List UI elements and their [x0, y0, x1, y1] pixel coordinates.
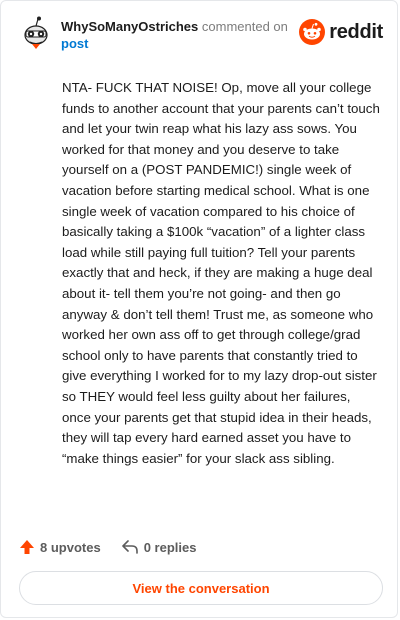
comment-meta: WhySoManyOstriches commented on post: [61, 18, 288, 52]
reply-count: 0 replies: [143, 539, 197, 555]
commented-label: commented on: [201, 19, 288, 34]
reddit-logo-icon: [299, 19, 326, 45]
reddit-wordmark: reddit: [329, 20, 383, 43]
comment-actions: 8 upvotes 0 replies: [19, 537, 216, 557]
view-conversation-button[interactable]: View the conversation: [19, 571, 383, 605]
reply-arrow-icon: [121, 540, 138, 554]
upvote-count: 8 upvotes: [40, 539, 101, 555]
reply-button[interactable]: 0 replies: [121, 539, 197, 555]
upvote-arrow-icon: [20, 540, 34, 554]
comment-card: WhySoManyOstriches commented on post red…: [0, 0, 398, 618]
upvote-button[interactable]: 8 upvotes: [19, 539, 101, 555]
comment-header: WhySoManyOstriches commented on post red…: [19, 15, 383, 55]
comment-body: NTA- FUCK THAT NOISE! Op, move all your …: [62, 80, 380, 466]
post-link[interactable]: post: [61, 35, 288, 52]
snoo-avatar-icon[interactable]: [19, 15, 53, 49]
username-link[interactable]: WhySoManyOstriches: [61, 19, 198, 34]
reddit-brand[interactable]: reddit: [299, 17, 383, 47]
